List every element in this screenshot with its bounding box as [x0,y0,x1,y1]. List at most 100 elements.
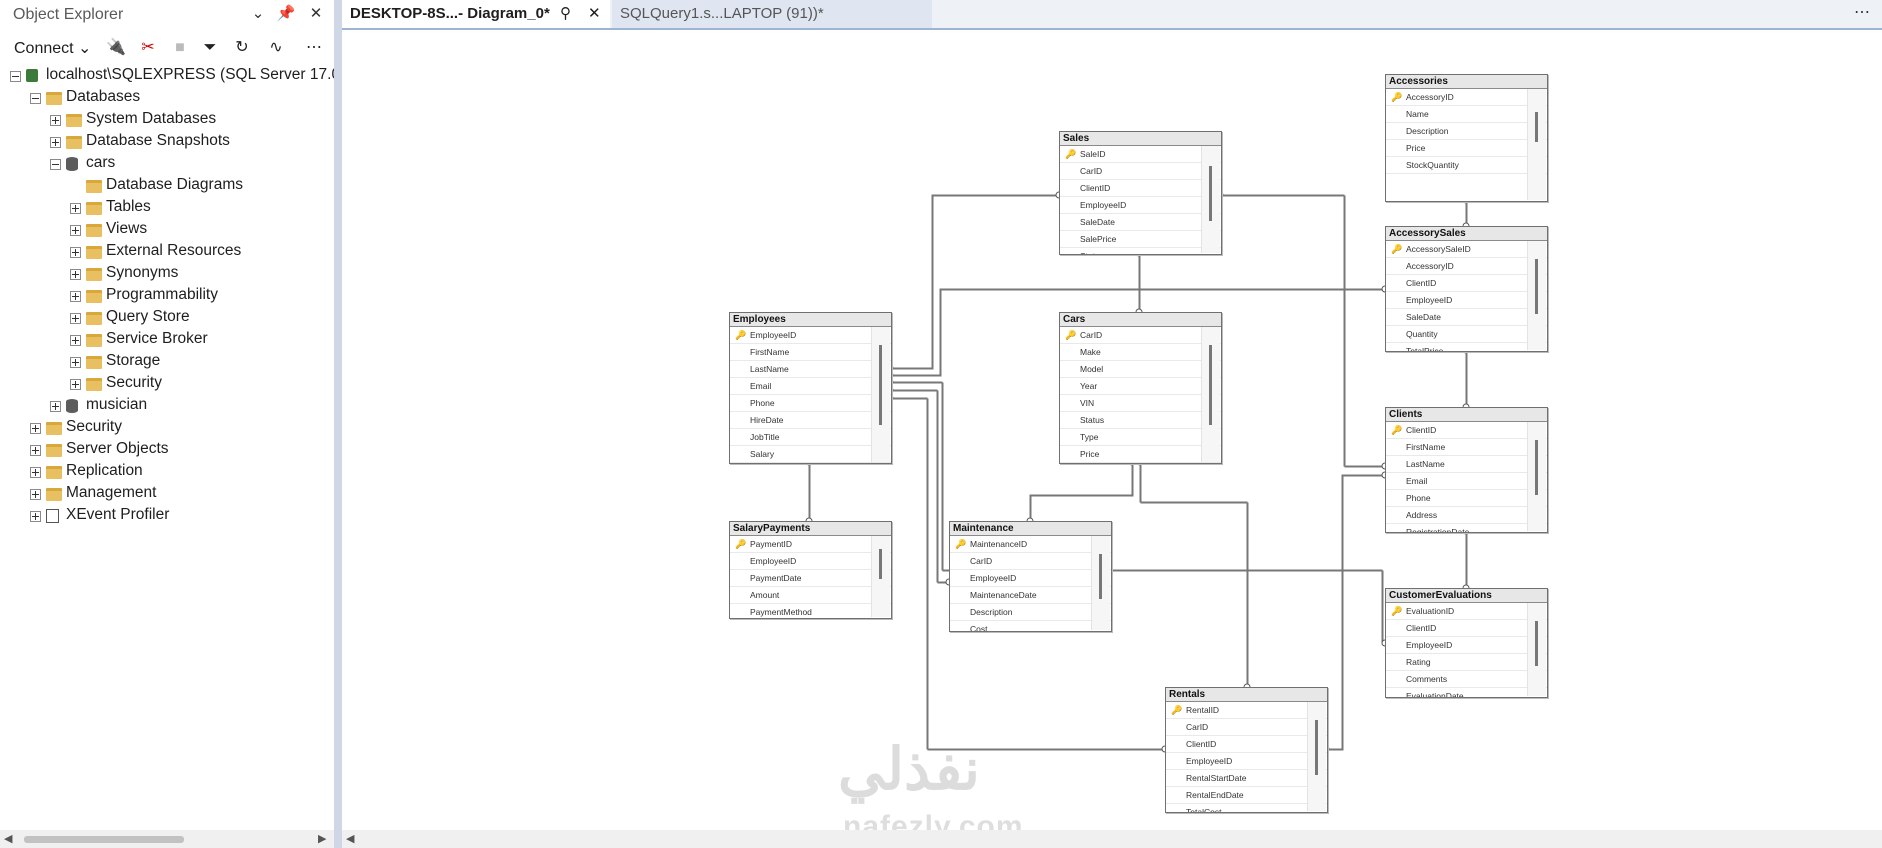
column-row[interactable]: EmployeeID [730,553,891,570]
column-row[interactable]: Price [1386,140,1547,157]
table-scrollbar[interactable] [871,327,890,462]
table-accessories[interactable]: Accessories 🔑 AccessoryID Name Description Pr… [1385,74,1548,202]
table-scrollbar[interactable] [1201,146,1220,253]
scroll-left-icon[interactable]: ◀ [4,832,12,845]
table-accessory-sales[interactable]: AccessorySales 🔑 AccessorySaleID AccessoryI… [1385,226,1548,352]
table-salary-payments[interactable]: SalaryPayments 🔑 PaymentID EmployeeID Paymen… [729,521,892,619]
column-row[interactable]: Comments [1386,671,1547,688]
column-row[interactable]: EmployeeID [950,570,1111,587]
relationship-line[interactable] [1327,475,1386,751]
table-header[interactable]: Employees [730,313,891,327]
table-scrollbar[interactable] [1091,536,1110,630]
table-header[interactable]: AccessorySales [1386,227,1547,241]
close-tab-icon[interactable]: ✕ [588,0,601,28]
table-employees[interactable]: Employees 🔑 EmployeeID FirstName LastName Ema… [729,312,892,464]
column-row[interactable]: JobTitle [730,429,891,446]
expand-icon[interactable] [70,291,81,302]
expand-icon[interactable] [30,423,41,434]
diagram-horizontal-scrollbar[interactable]: ◀ [342,830,1882,848]
table-scrollbar[interactable] [1527,241,1546,350]
column-row[interactable]: ClientID [1386,275,1547,292]
table-scrollbar[interactable] [1201,327,1220,462]
filter-icon[interactable]: ⏷ [198,36,222,60]
column-row[interactable]: 🔑 ClientID [1386,422,1547,439]
expand-icon[interactable] [70,269,81,280]
column-row[interactable]: PaymentMethod [730,604,891,618]
column-row[interactable]: Type [1060,429,1221,446]
column-row[interactable]: Year [1060,378,1221,395]
relationship-line[interactable] [1221,195,1386,468]
column-row[interactable]: MaintenanceDate [950,587,1111,604]
column-row[interactable]: Email [1386,473,1547,490]
column-row[interactable]: ClientID [1166,736,1327,753]
column-row[interactable]: Description [950,604,1111,621]
pin-icon[interactable]: 📌 [275,3,297,25]
column-row[interactable]: IsActive [730,463,891,464]
scroll-right-icon[interactable]: ▶ [318,832,326,845]
scroll-left-icon[interactable]: ◀ [346,832,354,845]
connect-plug-icon[interactable]: 🔌 [104,36,128,60]
column-row[interactable]: 🔑 EvaluationID [1386,603,1547,620]
expand-icon[interactable] [70,335,81,346]
column-row[interactable]: 🔑 AccessoryID [1386,89,1547,106]
expand-icon[interactable] [30,467,41,478]
column-row[interactable]: Email [730,378,891,395]
column-row[interactable]: Mileage [1060,463,1221,464]
column-row[interactable]: PaymentDate [730,570,891,587]
table-customer-evaluations[interactable]: CustomerEvaluations 🔑 EvaluationID ClientID… [1385,588,1548,698]
collapse-icon[interactable] [30,93,41,104]
column-row[interactable]: HireDate [730,412,891,429]
expand-icon[interactable] [70,225,81,236]
relationship-line[interactable] [891,195,1060,370]
tab-overflow-icon[interactable]: ⋯ [1854,0,1870,26]
scrollbar-thumb[interactable] [1535,439,1538,495]
column-row[interactable]: RegistrationDate [1386,524,1547,532]
column-row[interactable]: Address [1386,507,1547,524]
tab-diagram[interactable]: DESKTOP-8S...- Diagram_0* ⚲ ✕ [342,0,610,28]
column-row[interactable]: SalePrice [1060,231,1221,248]
collapse-icon[interactable] [50,159,61,170]
column-row[interactable]: Model [1060,361,1221,378]
column-row[interactable]: Salary [730,446,891,463]
column-row[interactable]: TotalPrice [1386,343,1547,351]
expand-icon[interactable] [30,489,41,500]
scrollbar-thumb[interactable] [24,836,184,843]
table-clients[interactable]: Clients 🔑 ClientID FirstName LastName Email Ph… [1385,407,1548,533]
table-header[interactable]: CustomerEvaluations [1386,589,1547,603]
column-row[interactable]: VIN [1060,395,1221,412]
column-row[interactable]: Price [1060,446,1221,463]
diagram-canvas[interactable]: Accessories 🔑 AccessoryID Name Description Pr… [342,30,1882,830]
expand-icon[interactable] [70,379,81,390]
chevron-down-icon[interactable]: ⌄ [247,3,269,25]
column-row[interactable]: Status [1060,412,1221,429]
column-row[interactable]: EmployeeID [1386,292,1547,309]
relationship-line[interactable] [891,390,950,584]
table-header[interactable]: Accessories [1386,75,1547,89]
expand-icon[interactable] [30,445,41,456]
scrollbar-thumb[interactable] [1535,111,1538,142]
relationship-line[interactable] [1030,463,1134,522]
expand-icon[interactable] [50,401,61,412]
column-row[interactable]: Name [1386,106,1547,123]
tab-sqlquery[interactable]: SQLQuery1.s...LAPTOP (91))* [612,0,932,28]
table-scrollbar[interactable] [1527,422,1546,531]
expand-icon[interactable] [70,357,81,368]
expand-icon[interactable] [70,247,81,258]
column-row[interactable]: EvaluationDate [1386,688,1547,697]
relationship-line[interactable] [1326,474,1385,750]
column-row[interactable]: 🔑 PaymentID [730,536,891,553]
column-row[interactable]: RentalEndDate [1166,787,1327,804]
relationship-line[interactable] [1029,462,1133,521]
column-row[interactable]: EmployeeID [1166,753,1327,770]
column-row[interactable]: SaleDate [1386,309,1547,326]
column-row[interactable]: CarID [1166,719,1327,736]
column-row[interactable]: StockQuantity [1386,157,1547,174]
activity-monitor-icon[interactable]: ∿ [264,36,288,60]
column-row[interactable]: 🔑 EmployeeID [730,327,891,344]
expand-icon[interactable] [70,313,81,324]
collapse-icon[interactable] [10,71,21,82]
table-header[interactable]: Cars [1060,313,1221,327]
column-row[interactable]: EmployeeID [1060,197,1221,214]
column-row[interactable]: AccessoryID [1386,258,1547,275]
column-row[interactable]: SaleDate [1060,214,1221,231]
